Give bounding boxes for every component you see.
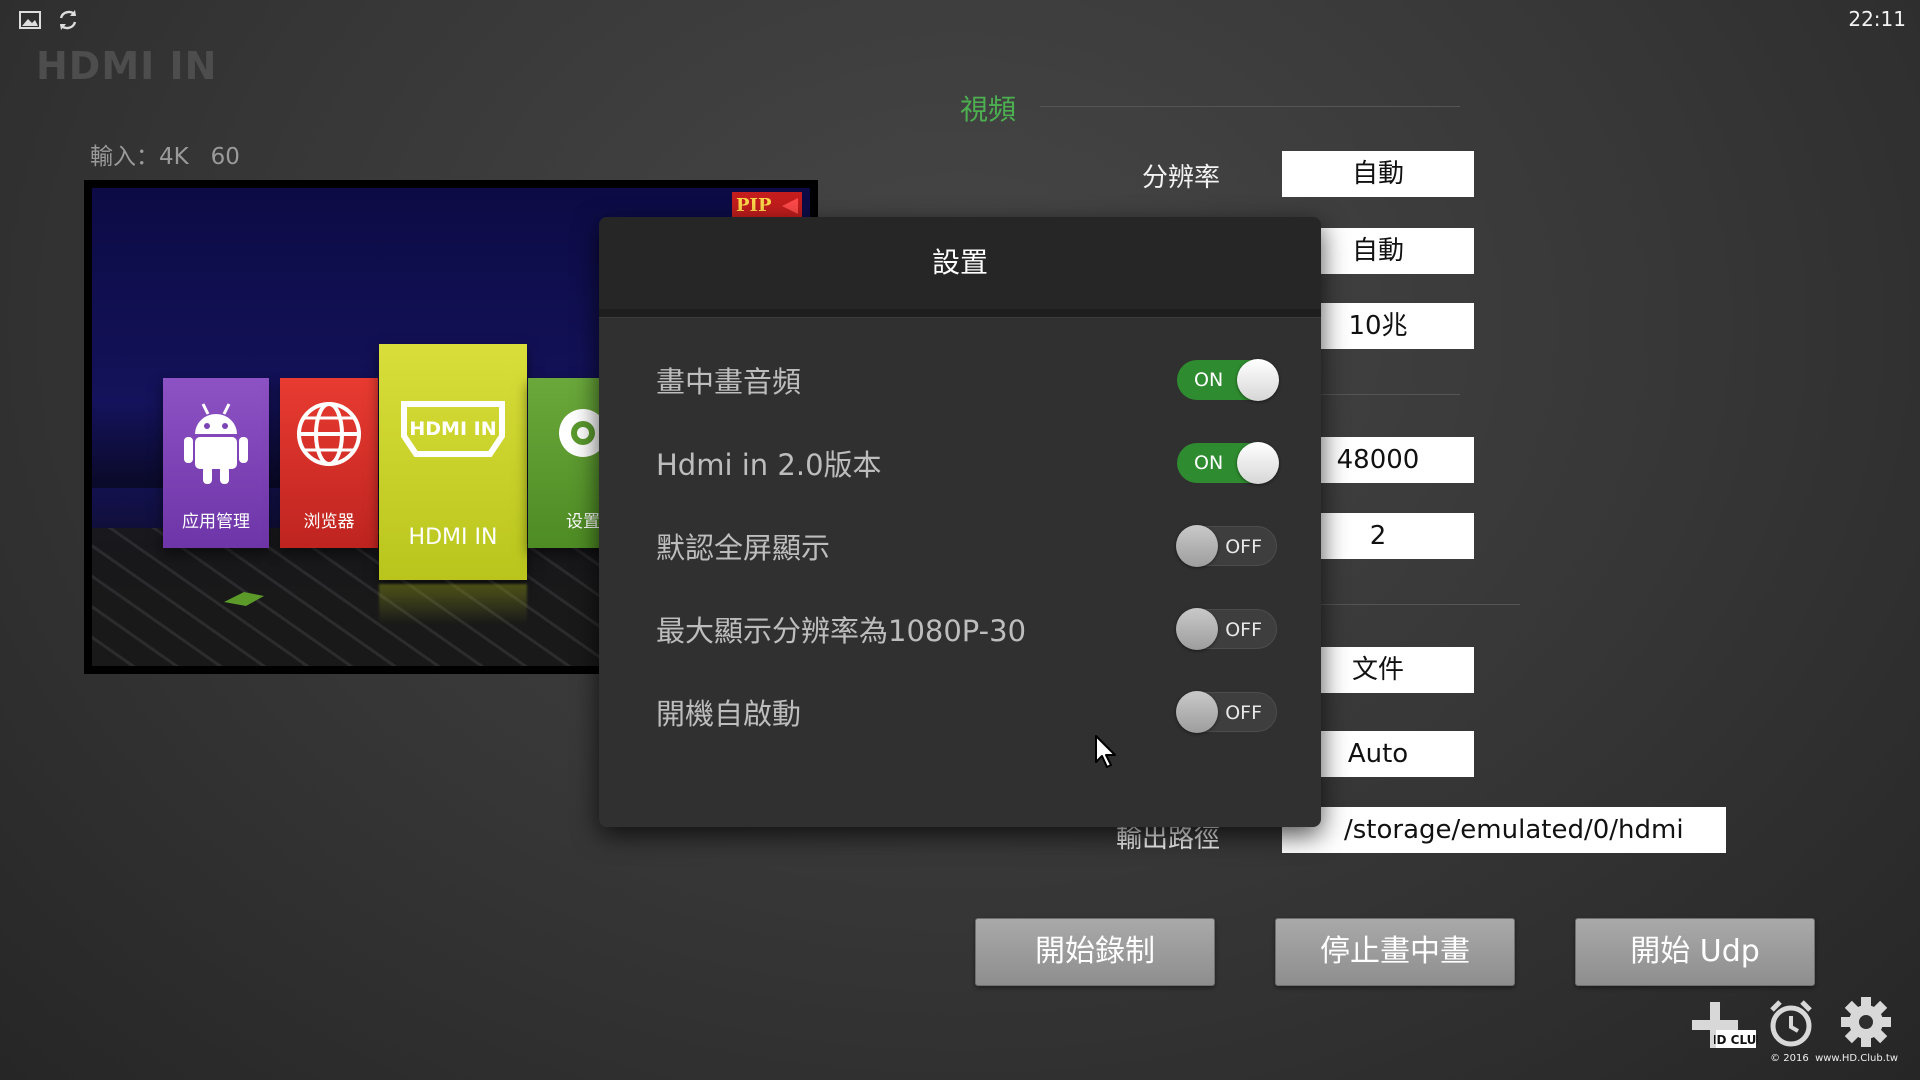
toggle-state: OFF	[1225, 535, 1262, 558]
toggle-state: ON	[1194, 368, 1224, 391]
setting-label: 默認全屏顯示	[656, 530, 831, 565]
section-video-title: 視頻	[960, 93, 1017, 126]
tile-reflection	[379, 584, 527, 624]
hdclub-logo-icon: HD CLUB	[1714, 1030, 1758, 1048]
setting-label: 開機自啟動	[656, 696, 802, 731]
toggle-state: OFF	[1225, 618, 1262, 641]
max-resolution-toggle[interactable]: OFF	[1176, 607, 1277, 650]
section-divider	[1320, 394, 1460, 395]
alarm-clock-icon	[1770, 1000, 1812, 1047]
android-icon	[184, 403, 248, 484]
pip-badge-label: PIP	[736, 195, 772, 216]
hdclub-watermark: HD CLUB © 2016 www.HD.Club.tw	[1690, 994, 1902, 1064]
default-fullscreen-toggle[interactable]: OFF	[1176, 524, 1277, 567]
start-record-button[interactable]: 開始錄制	[975, 918, 1215, 986]
pip-badge: PIP	[732, 192, 802, 220]
tile-browser[interactable]: 浏览器	[280, 378, 378, 548]
setting-default-fullscreen[interactable]: 默認全屏顯示 OFF	[599, 504, 1321, 587]
output-path-input[interactable]: /storage/emulated/0/hdmi	[1282, 807, 1726, 853]
setting-label: Hdmi in 2.0版本	[656, 447, 882, 482]
tile-apps[interactable]: 应用管理	[163, 378, 269, 548]
hdmi-logo-text: HDMI IN	[409, 418, 496, 440]
tile-hdmi-label: HDMI IN	[408, 525, 498, 550]
pip-audio-toggle[interactable]: ON	[1177, 358, 1279, 401]
toggle-knob	[1237, 441, 1279, 484]
camera-icon	[782, 198, 798, 214]
start-udp-button[interactable]: 開始 Udp	[1575, 918, 1815, 986]
dialog-body: 畫中畫音頻 ON Hdmi in 2.0版本 ON 默認全屏顯示 OFF 最大顯…	[599, 318, 1321, 753]
gear-icon	[1841, 997, 1891, 1047]
mouse-cursor-icon	[1095, 735, 1116, 768]
toggle-knob	[1237, 358, 1279, 401]
svg-text:HD CLUB: HD CLUB	[1714, 1033, 1758, 1047]
sync-icon	[59, 10, 77, 30]
stop-pip-button[interactable]: 停止畫中畫	[1275, 918, 1515, 986]
resolution-label: 分辨率	[1141, 163, 1220, 193]
tile-browser-label: 浏览器	[303, 512, 355, 532]
toggle-knob	[1176, 607, 1218, 650]
input-info: 輸入：4K 60	[90, 144, 240, 170]
toggle-state: OFF	[1225, 701, 1262, 724]
floor-logo-icon	[224, 592, 264, 606]
setting-pip-audio[interactable]: 畫中畫音頻 ON	[599, 338, 1321, 421]
setting-label: 最大顯示分辨率為1080P-30	[656, 613, 1027, 648]
toggle-knob	[1176, 524, 1218, 567]
status-bar: 22:11	[0, 0, 1920, 40]
setting-autostart-on-boot[interactable]: 開機自啟動 OFF	[599, 670, 1321, 753]
dialog-title: 設置	[599, 217, 1321, 309]
hdmi-icon: HDMI IN	[401, 401, 505, 457]
dialog-divider	[599, 309, 1321, 318]
app-title: HDMI IN	[36, 44, 218, 88]
section-divider	[1320, 604, 1520, 605]
setting-max-resolution-1080p30[interactable]: 最大顯示分辨率為1080P-30 OFF	[599, 587, 1321, 670]
copyright-text: © 2016 www.HD.Club.tw	[1770, 1053, 1898, 1064]
settings-dialog: 設置 畫中畫音頻 ON Hdmi in 2.0版本 ON 默認全屏顯示 OFF	[599, 217, 1321, 827]
status-clock: 22:11	[1848, 7, 1906, 31]
toggle-state: ON	[1194, 451, 1224, 474]
autostart-toggle[interactable]: OFF	[1176, 690, 1277, 733]
setting-label: 畫中畫音頻	[656, 364, 802, 399]
section-divider	[1040, 106, 1460, 107]
resolution-select[interactable]: 自動	[1282, 151, 1474, 197]
tile-apps-label: 应用管理	[182, 512, 250, 532]
gallery-icon	[19, 11, 41, 29]
tile-hdmi-in[interactable]: HDMI IN HDMI IN	[379, 344, 527, 580]
globe-icon	[297, 402, 361, 466]
toggle-knob	[1176, 690, 1218, 733]
hdmi-2-0-toggle[interactable]: ON	[1177, 441, 1279, 484]
setting-hdmi-2-0[interactable]: Hdmi in 2.0版本 ON	[599, 421, 1321, 504]
